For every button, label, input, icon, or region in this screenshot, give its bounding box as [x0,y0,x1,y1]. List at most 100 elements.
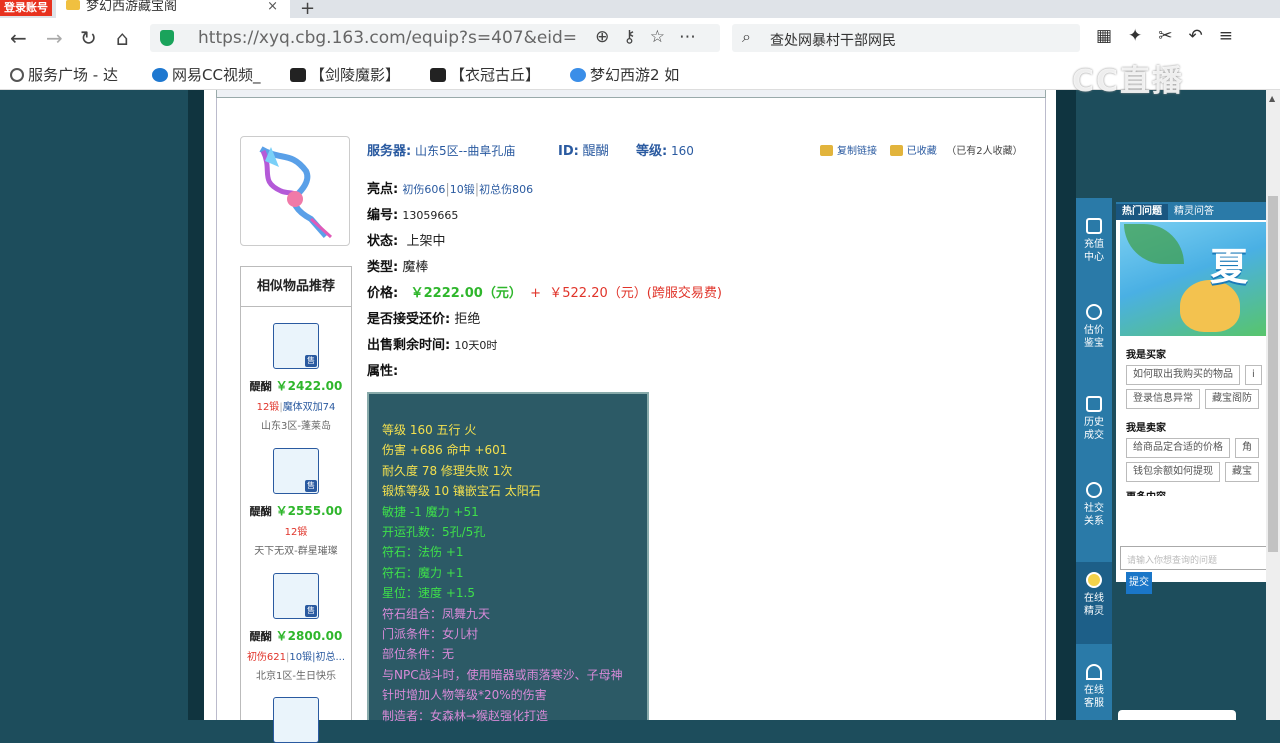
attributes-label: 属性: [367,364,399,379]
similar-item[interactable]: 售 醍醐 ￥2800.00 初伤621|10锻|初总... 北京1区-生日快乐 [241,573,351,682]
wand-thumb-icon[interactable] [273,697,319,743]
similar-items: 相似物品推荐 售 醍醐 ￥2422.00 12锻|魔体双加74 山东3区-蓬莱岛 … [240,266,352,743]
tooltip-line: 符石：魔力 +1 [382,565,464,580]
similar-item[interactable] [241,697,351,743]
submit-button[interactable]: 提交 [1126,572,1152,594]
nav-appraise[interactable]: 估价鉴宝 [1076,304,1112,350]
bookmark-1[interactable]: 服务广场 - 达 [10,64,118,85]
item-thumbnail[interactable] [240,136,350,246]
appraise-icon [1086,304,1102,320]
page-scrollbar[interactable]: ▲ [1266,90,1280,720]
toolbar-right-icons[interactable]: ▦✦✂↶≡ [1096,26,1249,46]
nav-online-sprite[interactable]: 在线精灵 [1076,562,1112,644]
banner-leaf [1124,224,1184,264]
accept-bargain: 是否接受还价: 拒绝 [367,312,481,327]
wand-thumb-icon[interactable]: 售 [273,448,319,494]
faq-chip[interactable]: 如何取出我购买的物品 [1126,365,1240,385]
serial-number: 编号: 13059665 [367,208,459,223]
help-tabs: 热门问题 精灵问答 [1116,202,1268,220]
tooltip-line: 敏捷 -1 魔力 +51 [382,504,479,519]
tab-strip: 登录账号 梦幻西游藏宝阁 × + [0,0,1280,19]
new-tab-button[interactable]: + [300,0,315,19]
wand-thumb-icon[interactable]: 售 [273,573,319,619]
wand-thumb-icon[interactable]: 售 [273,323,319,369]
close-icon[interactable]: × [267,0,278,14]
scroll-up-icon[interactable]: ▲ [1269,94,1275,103]
faq-chip[interactable]: 给商品定合适的价格 [1126,438,1230,458]
login-badge[interactable]: 登录账号 [0,0,52,16]
similar-item-server: 山东3区-蓬莱岛 [261,421,331,432]
tooltip-line: 制造者：女森林→猴赵强化打造 [382,708,549,723]
similar-item-server: 天下无双-群星璀璨 [254,546,338,557]
scrollbar-thumb[interactable] [1268,196,1278,552]
bookmark-3[interactable]: 【剑陵魔影】 [290,64,400,85]
tooltip-line: 符石组合：凤舞九天 [382,606,491,621]
nav-history[interactable]: 历史成交 [1076,396,1112,442]
question-input[interactable]: 请输入你想查询的问题 [1120,546,1270,570]
tooltip-line: 耐久度 78 修理失败 1次 [382,463,513,478]
wand-image [259,146,333,239]
faq-chip[interactable]: 藏宝 [1225,462,1259,482]
section-seller: 我是卖家 [1126,423,1166,434]
favorite-count: （已有2人收藏） [946,146,1023,157]
remaining-time: 出售剩余时间: 10天0时 [367,338,498,353]
headset-icon [1086,664,1102,680]
page-gutter-right [1056,90,1076,720]
tooltip-line: 符石：法伤 +1 [382,545,464,560]
faq-chip[interactable]: 角 [1235,438,1259,458]
active-tab[interactable]: 梦幻西游藏宝阁 × [56,0,290,18]
forward-arrow-icon[interactable]: → [46,26,63,50]
tooltip-line: 与NPC战斗时，使用暗器或雨落寒沙、子母神 [382,667,623,682]
tooltip-line: 锻炼等级 10 镶嵌宝石 太阳石 [382,484,541,499]
history-icon [1086,396,1102,412]
section-buyer: 我是买家 [1126,350,1166,361]
faq-chip[interactable]: 藏宝阁防 [1205,389,1259,409]
similar-item-name: 醍醐 [249,505,272,518]
bookmark-5[interactable]: 梦幻西游2 如 [570,64,679,85]
server-info: 服务器: 山东5区--曲阜孔庙 [367,144,516,159]
buyer-questions: 如何取出我购买的物品 i [1126,365,1268,385]
faq-chip[interactable]: 钱包余额如何提现 [1126,462,1220,482]
back-arrow-icon[interactable]: ← [10,26,27,50]
tooltip-line: 等级 160 五行 火 [382,423,477,437]
similar-item-price: ￥2800.00 [275,629,343,643]
recharge-icon [1086,218,1102,234]
dashen-icon [290,68,306,82]
social-icon [1086,482,1102,498]
faq-chip[interactable]: 登录信息异常 [1126,389,1200,409]
similar-item[interactable]: 售 醍醐 ￥2555.00 12锻 天下无双-群星璀璨 [241,448,351,557]
home-icon[interactable]: ⌂ [116,26,129,50]
role-id: ID: 醍醐 [558,144,609,159]
favorite-icon [889,145,903,156]
bookmark-2[interactable]: 网易CC视频_ [152,64,260,85]
search-box[interactable]: ⌕ 查处网暴村干部网民 [732,24,1080,52]
tab-hot-questions[interactable]: 热门问题 [1116,204,1168,220]
nav-support[interactable]: 在线客服 [1076,664,1112,710]
dashen-icon [430,68,446,82]
bookmark-4[interactable]: 【衣冠古丘】 [430,64,540,85]
tooltip-line: 部位条件：无 [382,647,455,662]
tab-title: 梦幻西游藏宝阁 [86,0,178,14]
role-level: 等级: 160 [636,144,694,159]
sale-tag: 售 [305,355,317,367]
nav-social[interactable]: 社交关系 [1076,482,1112,528]
tab-sprite-qa[interactable]: 精灵问答 [1168,204,1220,220]
address-bar-icons[interactable]: ⊕⚷☆⋯ [595,27,710,47]
faq-chip[interactable]: i [1245,365,1262,385]
search-placeholder: 查处网暴村干部网民 [770,33,896,49]
similar-item[interactable]: 售 醍醐 ￥2422.00 12锻|魔体双加74 山东3区-蓬莱岛 [241,323,351,432]
copy-link-button[interactable]: 复制链接 [820,145,877,157]
url-text[interactable]: https://xyq.cbg.163.com/equip?s=407&eid=… [198,28,578,48]
reload-icon[interactable]: ↻ [80,26,97,50]
item-detail-page: 服务器: 山东5区--曲阜孔庙 ID: 醍醐 等级: 160 复制链接 已收藏 … [204,90,1056,743]
banner-headline: 夏 [1210,245,1249,289]
page-gutter [188,90,204,720]
address-bar[interactable]: https://xyq.cbg.163.com/equip?s=407&eid=… [150,24,720,52]
status: 状态: 上架中 [367,234,446,249]
nav-recharge[interactable]: 充值中心 [1076,218,1112,264]
summer-banner[interactable]: 夏 [1120,222,1268,336]
similar-item-name: 醍醐 [249,380,272,393]
favorite-button[interactable]: 已收藏 [889,145,937,157]
cc-icon [152,68,168,82]
price: 价格: ￥2222.00（元） + ￥522.20（元）(跨服交易费) [367,286,722,301]
